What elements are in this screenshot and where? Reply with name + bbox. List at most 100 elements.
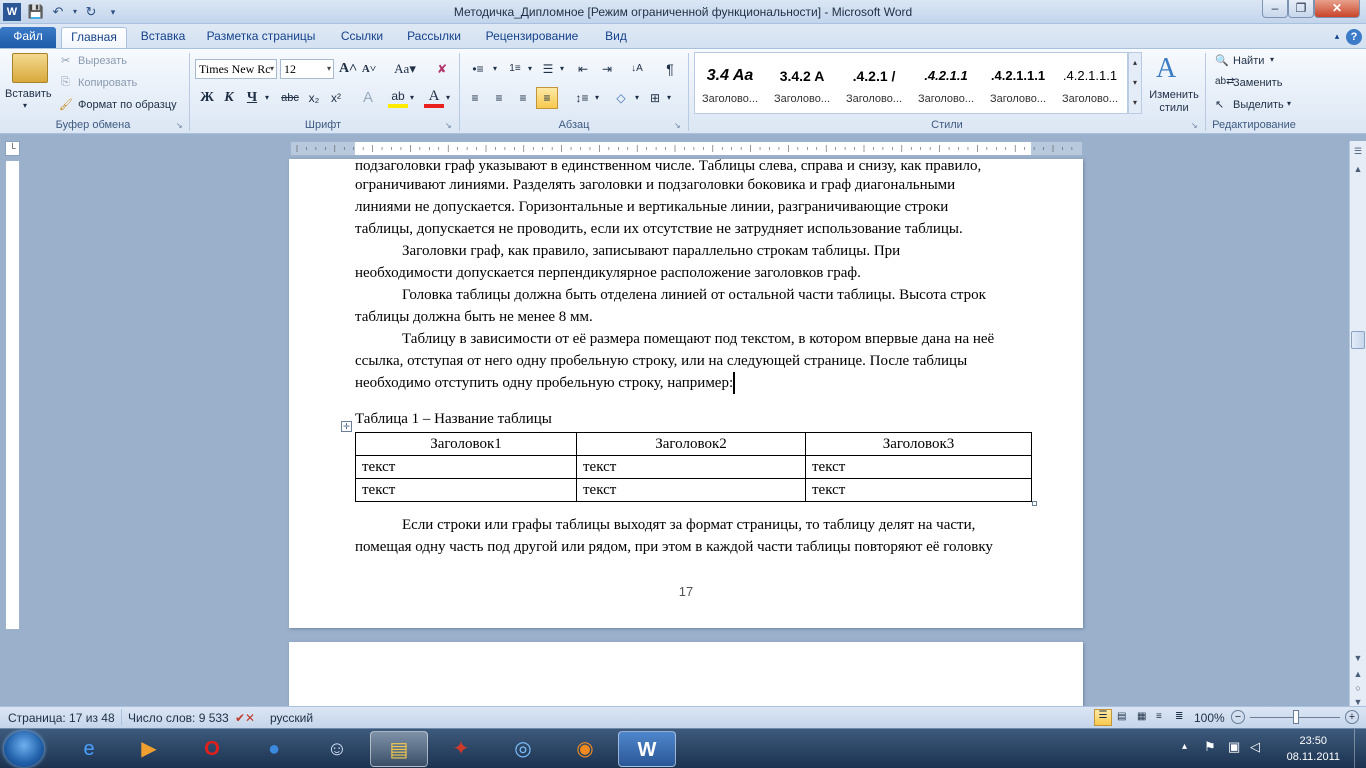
styles-scroll[interactable]: ▴ ▾ ▾ — [1128, 52, 1142, 114]
font-color-icon[interactable]: A — [424, 88, 444, 108]
media-player-icon[interactable]: ▶ — [120, 731, 178, 767]
google-earth-icon[interactable]: ● — [245, 731, 303, 767]
tab-mailings[interactable]: Рассылки — [398, 27, 470, 48]
style-heading-4[interactable]: .4.2.1.1 Заголово... — [911, 59, 981, 115]
cut-button[interactable]: Вырезать — [78, 55, 127, 67]
network-globe-icon[interactable]: ◎ — [494, 731, 552, 767]
document-page-next[interactable] — [289, 642, 1083, 708]
align-left-icon[interactable]: ≡ — [465, 88, 485, 108]
table-cell[interactable]: текст — [576, 478, 806, 502]
underline-dropdown-icon[interactable]: ▾ — [262, 88, 272, 108]
scroll-up-icon[interactable]: ▴ — [1129, 53, 1141, 73]
subscript-icon[interactable]: x₂ — [304, 88, 324, 108]
highlight-icon[interactable]: ab — [388, 88, 408, 108]
tab-view[interactable]: Вид — [594, 27, 638, 48]
numbering-icon[interactable]: 1≡ — [503, 59, 527, 79]
document-page[interactable]: подзаголовки граф указывают в единственн… — [289, 158, 1083, 628]
underline-icon[interactable]: Ч — [242, 88, 262, 108]
style-heading-6[interactable]: .4.2.1.1.1 Заголово... — [1055, 59, 1125, 115]
full-screen-view-icon[interactable]: ▤ — [1117, 711, 1126, 722]
tab-page-layout[interactable]: Разметка страницы — [198, 27, 324, 48]
network-icon[interactable]: ▣ — [1228, 739, 1240, 755]
scroll-thumb[interactable] — [1351, 331, 1365, 349]
zoom-level[interactable]: 100% — [1194, 711, 1225, 725]
grow-font-icon[interactable]: A˄ — [338, 59, 358, 79]
proofing-icon[interactable]: ✔✕ — [235, 711, 255, 725]
borders-icon[interactable]: ⊞ — [644, 88, 666, 108]
style-heading-5[interactable]: .4.2.1.1.1 Заголово... — [983, 59, 1053, 115]
collapse-ribbon-icon[interactable]: ▴ — [1330, 27, 1344, 48]
zoom-slider-thumb[interactable] — [1293, 710, 1299, 724]
table-cell[interactable]: текст — [355, 478, 577, 502]
shading-dropdown-icon[interactable]: ▾ — [632, 88, 642, 108]
table-resize-handle-icon[interactable] — [1032, 501, 1037, 506]
font-size-combo[interactable]: 12 ▾ — [280, 59, 334, 79]
gallery-more-icon[interactable]: ▾ — [1129, 93, 1141, 113]
contacts-icon[interactable]: ☺ — [308, 731, 366, 767]
horizontal-ruler[interactable] — [290, 141, 1083, 156]
paste-button[interactable]: Вставить — [5, 88, 52, 100]
burner-icon[interactable]: ◉ — [556, 731, 614, 767]
tab-home[interactable]: Главная — [61, 27, 127, 48]
text-effects-icon[interactable]: A — [358, 88, 378, 108]
line-spacing-icon[interactable]: ↕≡ — [570, 88, 594, 108]
internet-explorer-icon[interactable]: e — [60, 731, 118, 767]
show-formatting-marks-icon[interactable]: ¶ — [660, 59, 680, 79]
print-layout-view-icon[interactable]: ☰ — [1094, 709, 1112, 726]
superscript-icon[interactable]: x² — [326, 88, 346, 108]
web-layout-view-icon[interactable]: ▦ — [1137, 711, 1146, 722]
change-styles-button[interactable]: Изменить стили — [1146, 89, 1202, 115]
font-color-dropdown-icon[interactable]: ▾ — [443, 88, 453, 108]
action-center-icon[interactable]: ⚑ — [1204, 739, 1216, 755]
multilevel-dropdown-icon[interactable]: ▾ — [557, 59, 567, 79]
bullets-icon[interactable]: •≡ — [466, 59, 490, 79]
tab-references[interactable]: Ссылки — [332, 27, 392, 48]
copy-button[interactable]: Копировать — [78, 77, 137, 89]
table-header-cell[interactable]: Заголовок3 — [805, 432, 1032, 456]
bullets-dropdown-icon[interactable]: ▾ — [490, 59, 500, 79]
clear-formatting-icon[interactable]: ✘ — [432, 59, 452, 79]
line-spacing-dropdown-icon[interactable]: ▾ — [592, 88, 602, 108]
borders-dropdown-icon[interactable]: ▾ — [664, 88, 674, 108]
decrease-indent-icon[interactable]: ⇤ — [573, 59, 593, 79]
numbering-dropdown-icon[interactable]: ▾ — [525, 59, 535, 79]
font-name-combo[interactable]: Times New Rc ▾ — [195, 59, 277, 79]
table-cell[interactable]: текст — [576, 455, 806, 479]
font-launcher-icon[interactable]: ↘ — [445, 121, 452, 130]
scroll-up-icon[interactable]: ▲ — [1350, 161, 1366, 177]
antivirus-icon[interactable]: ✦ — [432, 731, 490, 767]
close-button[interactable]: ✕ — [1314, 0, 1360, 18]
sort-icon[interactable]: ↓A — [627, 59, 647, 79]
align-right-icon[interactable]: ≡ — [513, 88, 533, 108]
scroll-down-icon[interactable]: ▼ — [1350, 650, 1366, 666]
find-button[interactable]: Найти — [1233, 55, 1264, 67]
table-cell[interactable]: текст — [805, 478, 1032, 502]
table-move-handle-icon[interactable]: ✛ — [341, 421, 352, 432]
explorer-icon[interactable]: ▤ — [370, 731, 428, 767]
select-dropdown-icon[interactable]: ▾ — [1287, 99, 1291, 108]
vertical-scrollbar[interactable]: ☰ ▲ ▼ ▲ ○ ▼ — [1349, 141, 1366, 707]
find-dropdown-icon[interactable]: ▾ — [1270, 55, 1274, 64]
shrink-font-icon[interactable]: A˅ — [359, 59, 379, 79]
tab-selector[interactable]: └ — [5, 141, 20, 156]
page-indicator[interactable]: Страница: 17 из 48 — [8, 711, 115, 725]
shading-icon[interactable]: ◇ — [610, 88, 632, 108]
styles-launcher-icon[interactable]: ↘ — [1191, 121, 1198, 130]
table-header-cell[interactable]: Заголовок2 — [576, 432, 806, 456]
scroll-down-icon[interactable]: ▾ — [1129, 73, 1141, 93]
vertical-ruler[interactable] — [5, 160, 20, 630]
style-heading-2[interactable]: 3.4.2 A Заголово... — [767, 59, 837, 115]
table-cell[interactable]: текст — [805, 455, 1032, 479]
tab-insert[interactable]: Вставка — [132, 27, 194, 48]
word-count[interactable]: Число слов: 9 533 — [128, 711, 229, 725]
tab-review[interactable]: Рецензирование — [476, 27, 588, 48]
system-clock[interactable]: 23:50 08.11.2011 — [1287, 733, 1340, 765]
change-case-icon[interactable]: Aa▾ — [392, 59, 418, 79]
style-heading-1[interactable]: 3.4 Aa Заголово... — [695, 59, 765, 115]
increase-indent-icon[interactable]: ⇥ — [597, 59, 617, 79]
start-button[interactable] — [4, 731, 44, 767]
style-heading-3[interactable]: .4.2.1 / Заголово... — [839, 59, 909, 115]
table-header-cell[interactable]: Заголовок1 — [355, 432, 577, 456]
word-taskbar-icon[interactable]: W — [618, 731, 676, 767]
replace-button[interactable]: Заменить — [1233, 77, 1282, 89]
